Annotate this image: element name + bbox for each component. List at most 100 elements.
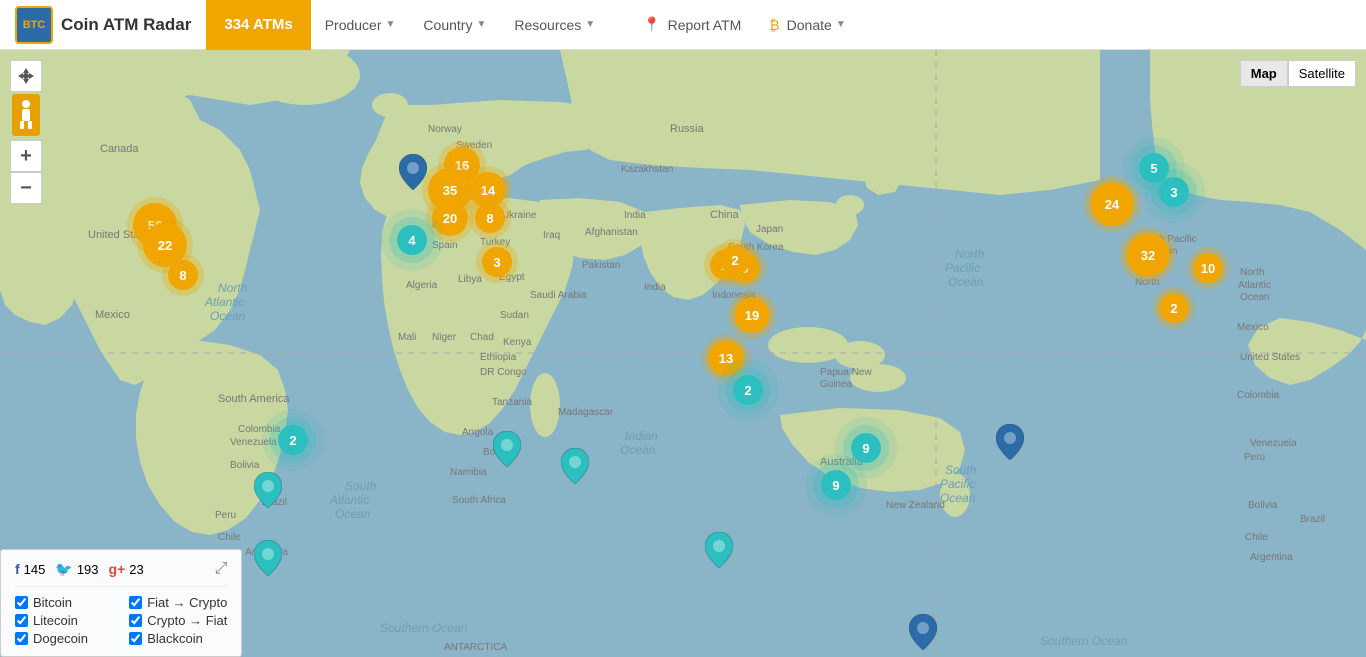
twitter-icon: 🐦 (55, 561, 72, 578)
blackcoin-label: Blackcoin (147, 631, 203, 646)
cluster-c14[interactable]: 13 (708, 340, 744, 376)
cluster-c10[interactable]: 3 (482, 247, 512, 277)
donate-menu[interactable]: ₿ Donate ▼ (755, 0, 859, 50)
dogecoin-checkbox[interactable] (15, 632, 28, 645)
svg-text:Southern Ocean: Southern Ocean (1040, 634, 1128, 648)
expand-button[interactable]: ⤢ (215, 560, 228, 578)
cluster-c22[interactable]: 32 (1126, 233, 1170, 277)
crypto-fiat-label: Crypto → Fiat (147, 613, 227, 628)
country-menu[interactable]: Country ▼ (409, 0, 500, 50)
svg-text:China: China (710, 209, 740, 221)
svg-text:Mexico: Mexico (95, 309, 130, 321)
svg-text:Kazakhstan: Kazakhstan (621, 164, 673, 175)
svg-text:Saudi Arabia: Saudi Arabia (530, 290, 587, 301)
svg-text:Mali: Mali (398, 332, 416, 343)
dogecoin-label: Dogecoin (33, 631, 88, 646)
map-container[interactable]: North Atlantic Ocean South Atlantic Ocea… (0, 50, 1366, 657)
social-bar: f 145 🐦 193 g+ 23 ⤢ (15, 560, 227, 587)
cluster-c8[interactable]: 8 (475, 203, 505, 233)
pin-p8[interactable] (705, 532, 733, 568)
svg-text:ANTARCTICA: ANTARCTICA (444, 642, 507, 653)
country-caret: ▼ (476, 19, 486, 30)
cluster-c20[interactable]: 3 (1159, 177, 1189, 207)
map-toggle-button[interactable]: Map (1240, 60, 1288, 87)
svg-text:South America: South America (218, 393, 290, 405)
logo-icon: BTC (15, 6, 53, 44)
zoom-in-button[interactable]: + (10, 140, 42, 172)
svg-text:North: North (1240, 267, 1264, 278)
cluster-c3[interactable]: 8 (168, 260, 198, 290)
svg-text:Namibia: Namibia (450, 467, 487, 478)
googleplus-count: 23 (129, 562, 143, 577)
map-satellite-toggle: Map Satellite (1240, 60, 1356, 87)
satellite-toggle-button[interactable]: Satellite (1288, 60, 1356, 87)
pin-p4[interactable] (254, 540, 282, 576)
report-atm-button[interactable]: 📍 Report ATM (629, 0, 755, 50)
svg-text:Canada: Canada (100, 143, 139, 155)
producer-menu[interactable]: Producer ▼ (311, 0, 410, 50)
cluster-c24[interactable]: 2 (1159, 293, 1189, 323)
svg-text:Bolivia: Bolivia (230, 460, 260, 471)
svg-text:South Africa: South Africa (452, 495, 506, 506)
svg-text:India: India (624, 210, 646, 221)
facebook-count: 145 (24, 562, 46, 577)
cluster-c16[interactable]: 2 (278, 425, 308, 455)
cluster-c9[interactable]: 4 (397, 225, 427, 255)
pegman-icon[interactable] (12, 94, 40, 136)
svg-text:Peru: Peru (215, 510, 236, 521)
svg-text:New Zealand: New Zealand (886, 500, 945, 511)
cluster-c13[interactable]: 19 (734, 297, 770, 333)
cluster-c7[interactable]: 20 (432, 200, 468, 236)
cluster-c17[interactable]: 9 (851, 433, 881, 463)
svg-text:Afghanistan: Afghanistan (585, 227, 638, 238)
googleplus-share[interactable]: g+ 23 (109, 561, 144, 577)
blackcoin-checkbox[interactable] (129, 632, 142, 645)
cluster-c18[interactable]: 9 (821, 470, 851, 500)
facebook-icon: f (15, 561, 20, 577)
svg-text:Algeria: Algeria (406, 280, 438, 291)
cluster-c23[interactable]: 10 (1193, 253, 1223, 283)
cluster-c19[interactable]: 5 (1139, 153, 1169, 183)
pin-p3[interactable] (254, 472, 282, 508)
pan-control[interactable] (10, 60, 42, 92)
svg-text:Kenya: Kenya (503, 337, 532, 348)
navbar: BTC Coin ATM Radar 334 ATMs Producer ▼ C… (0, 0, 1366, 50)
svg-text:Japan: Japan (756, 224, 783, 235)
svg-text:Ocean: Ocean (620, 443, 656, 457)
donate-caret: ▼ (836, 19, 846, 30)
svg-text:Madagascar: Madagascar (558, 407, 614, 418)
legend-litecoin: Litecoin (15, 613, 113, 628)
pin-p7[interactable] (561, 448, 589, 484)
fiat-crypto-checkbox[interactable] (129, 596, 142, 609)
pin-p2[interactable] (493, 431, 521, 467)
cluster-c25[interactable]: 2 (720, 245, 750, 275)
logo-area: BTC Coin ATM Radar (0, 6, 206, 44)
bitcoin-label: Bitcoin (33, 595, 72, 610)
facebook-share[interactable]: f 145 (15, 561, 45, 577)
svg-text:Bolivia: Bolivia (1248, 500, 1278, 511)
litecoin-checkbox[interactable] (15, 614, 28, 627)
svg-text:Ethiopia: Ethiopia (480, 352, 517, 363)
atm-count-badge[interactable]: 334 ATMs (206, 0, 310, 50)
cluster-c21[interactable]: 24 (1090, 182, 1134, 226)
svg-text:Norway: Norway (428, 124, 462, 135)
pin-p1[interactable] (399, 154, 427, 190)
svg-text:Colombia: Colombia (1237, 390, 1280, 401)
svg-text:United States: United States (1240, 352, 1300, 363)
svg-text:Colombia: Colombia (238, 424, 281, 435)
svg-text:Libya: Libya (458, 274, 482, 285)
resources-menu[interactable]: Resources ▼ (500, 0, 609, 50)
svg-text:Russia: Russia (670, 123, 705, 135)
svg-text:Chad: Chad (470, 332, 494, 343)
svg-text:Argentina: Argentina (1250, 552, 1293, 563)
bitcoin-checkbox[interactable] (15, 596, 28, 609)
twitter-share[interactable]: 🐦 193 (55, 561, 98, 578)
pin-p6[interactable] (909, 614, 937, 650)
twitter-count: 193 (77, 562, 99, 577)
pin-p5[interactable] (996, 424, 1024, 460)
zoom-out-button[interactable]: − (10, 172, 42, 204)
cluster-c15[interactable]: 2 (733, 375, 763, 405)
litecoin-label: Litecoin (33, 613, 78, 628)
svg-text:Guinea: Guinea (820, 379, 853, 390)
crypto-fiat-checkbox[interactable] (129, 614, 142, 627)
